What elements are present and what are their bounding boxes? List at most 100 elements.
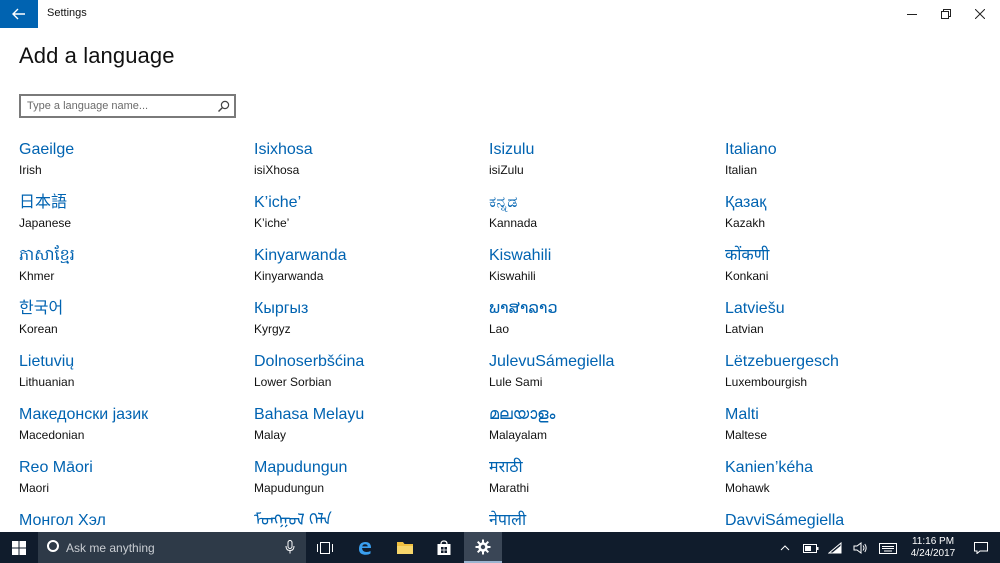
language-english-name: Malayalam	[489, 428, 548, 442]
language-search-input[interactable]	[27, 98, 207, 114]
language-item[interactable]: JulevuSámegiella Lule Sami	[489, 352, 709, 402]
back-arrow-icon	[12, 8, 25, 20]
language-item[interactable]: कोंकणी Konkani	[725, 246, 945, 296]
search-icon[interactable]	[217, 100, 230, 113]
language-item[interactable]: Italiano Italian	[725, 140, 945, 190]
language-english-name: isiXhosa	[254, 163, 300, 177]
language-english-name: Kinyarwanda	[254, 269, 324, 283]
language-native-name: Монгол Хэл	[19, 512, 106, 529]
clock-time: 11:16 PM	[911, 536, 955, 547]
language-native-name: JulevuSámegiella	[489, 353, 615, 370]
language-item[interactable]: K’iche’ K’iche’	[254, 193, 474, 243]
language-item[interactable]: Mapudungun Mapudungun	[254, 458, 474, 508]
chevron-up-icon	[780, 545, 790, 551]
language-item[interactable]: ភាសាខ្មែរ Khmer	[19, 246, 239, 296]
close-icon	[975, 9, 985, 19]
language-item[interactable]: ພາສາລາວ Lao	[489, 299, 709, 349]
language-native-name: Gaeilge	[19, 141, 75, 158]
language-item[interactable]: Македонски јазик Macedonian	[19, 405, 239, 455]
language-english-name: Malay	[254, 428, 287, 442]
language-item[interactable]: ಕನ್ನಡ Kannada	[489, 193, 709, 243]
language-item[interactable]: Latviešu Latvian	[725, 299, 945, 349]
language-item[interactable]: Kanien’kéha Mohawk	[725, 458, 945, 508]
language-item[interactable]: Монгол Хэл	[19, 511, 239, 530]
language-native-name: Kanien’kéha	[725, 459, 814, 476]
language-english-name: Lao	[489, 322, 510, 336]
language-english-name: Kyrgyz	[254, 322, 291, 336]
cortana-icon	[47, 540, 59, 552]
language-native-name: 日本語	[19, 194, 68, 211]
minimize-button[interactable]	[895, 0, 929, 28]
language-english-name: Japanese	[19, 216, 72, 230]
language-item[interactable]: Bahasa Melayu Malay	[254, 405, 474, 455]
cortana-search-box[interactable]: Ask me anything	[38, 532, 306, 563]
settings-taskbar-button[interactable]	[464, 532, 502, 563]
language-item[interactable]: Kinyarwanda Kinyarwanda	[254, 246, 474, 296]
language-english-name: Konkani	[725, 269, 769, 283]
language-english-name: Kiswahili	[489, 269, 536, 283]
language-native-name: ᠮᠣᠩᠭᠣᠯ ᠬᠡᠯᠡ	[254, 512, 332, 529]
language-item[interactable]: मराठी Marathi	[489, 458, 709, 508]
language-item[interactable]: Кыргыз Kyrgyz	[254, 299, 474, 349]
start-button[interactable]	[0, 532, 38, 563]
language-item[interactable]: Isixhosa isiXhosa	[254, 140, 474, 190]
language-native-name: Reo Māori	[19, 459, 93, 476]
language-item[interactable]: Kiswahili Kiswahili	[489, 246, 709, 296]
language-english-name: Korean	[19, 322, 58, 336]
windows-logo-icon	[12, 540, 26, 555]
language-english-name: isiZulu	[489, 163, 524, 177]
battery-tray-button[interactable]	[802, 541, 820, 555]
back-button[interactable]	[0, 0, 38, 28]
show-hidden-icons-button[interactable]	[778, 541, 792, 555]
wifi-icon	[828, 542, 842, 554]
touch-keyboard-button[interactable]	[878, 541, 898, 555]
action-center-button[interactable]	[962, 532, 1000, 563]
language-english-name: Maltese	[725, 428, 768, 442]
store-bag-icon	[437, 539, 451, 555]
language-english-name: Macedonian	[19, 428, 85, 442]
language-native-name: Кыргыз	[254, 300, 309, 317]
task-view-button[interactable]	[306, 532, 344, 563]
language-item[interactable]: 日本語 Japanese	[19, 193, 239, 243]
language-item[interactable]: Isizulu isiZulu	[489, 140, 709, 190]
microphone-icon[interactable]	[285, 540, 295, 554]
language-search-box[interactable]	[19, 94, 236, 118]
store-button[interactable]	[425, 532, 463, 563]
language-item[interactable]: Dolnoserbšćina Lower Sorbian	[254, 352, 474, 402]
language-english-name: Mapudungun	[254, 481, 325, 495]
language-native-name: Македонски јазик	[19, 406, 149, 423]
language-item[interactable]: Lëtzebuergesch Luxembourgish	[725, 352, 945, 402]
close-button[interactable]	[960, 0, 1000, 28]
restore-button[interactable]	[929, 0, 963, 28]
file-explorer-button[interactable]	[386, 532, 424, 563]
edge-button[interactable]	[346, 532, 384, 563]
minimize-icon	[907, 14, 917, 15]
language-item[interactable]: Lietuvių Lithuanian	[19, 352, 239, 402]
title-bar: Settings	[0, 0, 1000, 28]
restore-icon	[941, 9, 951, 19]
language-item[interactable]: മലയാളം Malayalam	[489, 405, 709, 455]
edge-icon	[359, 541, 371, 555]
page-title: Add a language	[19, 43, 175, 68]
volume-tray-button[interactable]	[852, 541, 868, 555]
language-english-name: Lower Sorbian	[254, 375, 332, 389]
language-item[interactable]: Malti Maltese	[725, 405, 945, 455]
language-item[interactable]: Қазақ Kazakh	[725, 193, 945, 243]
language-native-name: Latviešu	[725, 300, 785, 317]
language-item[interactable]: ᠮᠣᠩᠭᠣᠯ ᠬᠡᠯᠡ	[254, 511, 474, 530]
clock-date: 4/24/2017	[910, 548, 956, 559]
language-item[interactable]: Gaeilge Irish	[19, 140, 239, 190]
language-english-name: Italian	[725, 163, 758, 177]
language-item[interactable]: Reo Māori Maori	[19, 458, 239, 508]
taskbar-clock[interactable]: 11:16 PM 4/24/2017	[905, 536, 961, 560]
language-native-name: Isixhosa	[254, 141, 313, 158]
language-item[interactable]: DavviSámegiella	[725, 511, 945, 530]
wifi-tray-button[interactable]	[827, 541, 843, 555]
language-english-name: Kannada	[489, 216, 538, 230]
language-item[interactable]: नेपाली	[489, 511, 709, 530]
language-english-name: Maori	[19, 481, 50, 495]
language-item[interactable]: 한국어 Korean	[19, 299, 239, 349]
language-native-name: Dolnoserbšćina	[254, 353, 365, 370]
language-english-name: Mohawk	[725, 481, 770, 495]
language-english-name: Lule Sami	[489, 375, 543, 389]
